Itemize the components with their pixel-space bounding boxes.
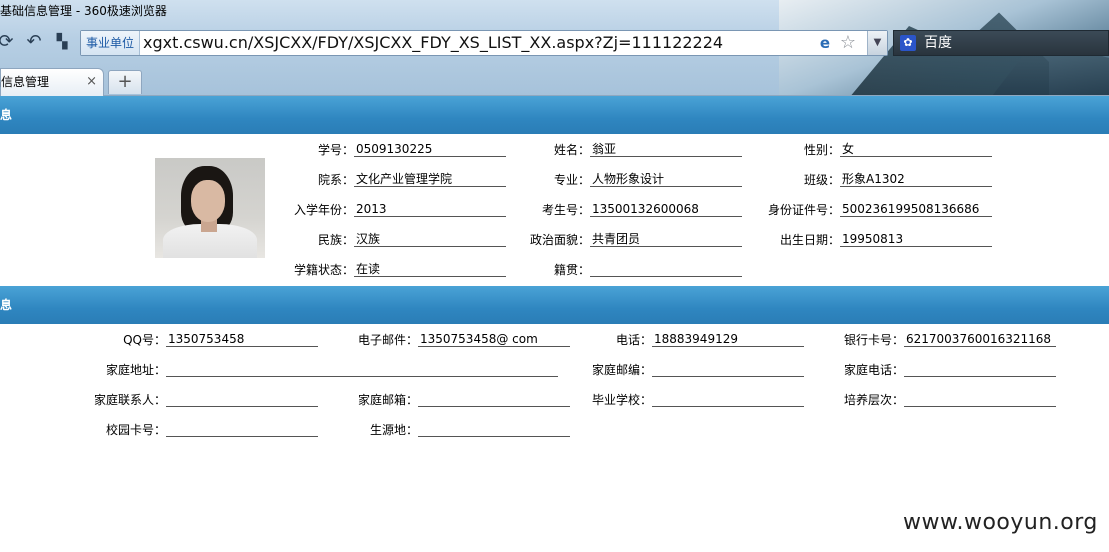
value-campus-card: [166, 422, 318, 437]
value-school: [652, 392, 804, 407]
value-home-contact: [166, 392, 318, 407]
label-home-zip: 家庭邮编：: [591, 363, 652, 377]
value-ethnicity: 汉族: [354, 232, 506, 247]
value-gender: 女: [840, 142, 992, 157]
refresh-icon[interactable]: ⟳: [0, 29, 18, 55]
value-name: 翁亚: [590, 142, 742, 157]
undo-icon[interactable]: ↶: [22, 29, 46, 55]
label-email: 电子邮件：: [357, 333, 418, 347]
value-native: [590, 262, 742, 277]
section-title: 联系信息: [0, 298, 13, 312]
label-school: 毕业学校：: [591, 393, 652, 407]
value-level: [904, 392, 1056, 407]
label-phone: 电话：: [615, 333, 652, 347]
value-exam-no: 13500132600068: [590, 202, 742, 217]
photo-face: [191, 180, 225, 222]
value-phone: 18883949129: [652, 332, 804, 347]
search-engine-label: 百度: [924, 35, 952, 51]
paw-icon: ✿: [900, 35, 916, 51]
label-home-email: 家庭邮箱：: [357, 393, 418, 407]
label-department: 院系：: [317, 173, 354, 187]
value-class: 形象A1302: [840, 172, 992, 187]
search-box[interactable]: ✿ 百度: [893, 30, 1109, 56]
toolbar: ⟳ ↶ ▚ 事业单位 xgxt.cswu.cn/XSJCXX/FDY/XSJCX…: [0, 27, 1109, 59]
apps-icon[interactable]: ▚: [50, 29, 74, 55]
label-gender: 性别：: [803, 143, 840, 157]
value-id-no: 500236199508136686: [840, 202, 992, 217]
value-home-phone: [904, 362, 1056, 377]
section-title: 基本信息: [0, 108, 13, 122]
watermark: www.wooyun.org: [903, 510, 1098, 535]
label-id-no: 身份证件号：: [767, 203, 840, 217]
url-text[interactable]: xgxt.cswu.cn/XSJCXX/FDY/XSJCXX_FDY_XS_LI…: [143, 31, 723, 55]
section-header-contact: 联系信息: [0, 286, 1109, 324]
tab-title: 基础信息管理: [0, 75, 50, 89]
value-qq: 1350753458: [166, 332, 318, 347]
label-class: 班级：: [803, 173, 840, 187]
browser-chrome: 基础信息管理 - 360极速浏览器 ⟳ ↶ ▚ 事业单位 xgxt.cswu.c…: [0, 0, 1109, 96]
label-bank: 银行卡号：: [843, 333, 904, 347]
value-home-address: [166, 362, 558, 377]
student-photo: [155, 158, 265, 258]
section-header-basic: 基本信息: [0, 96, 1109, 134]
label-level: 培养层次：: [843, 393, 904, 407]
label-exam-no: 考生号：: [541, 203, 590, 217]
value-major: 人物形象设计: [590, 172, 742, 187]
value-birth: 19950813: [840, 232, 992, 247]
label-name: 姓名：: [553, 143, 590, 157]
label-student-no: 学号：: [317, 143, 354, 157]
label-enroll-year: 入学年份：: [293, 203, 354, 217]
address-zone-label[interactable]: 事业单位: [81, 31, 141, 55]
close-icon[interactable]: ×: [86, 69, 97, 95]
value-student-no: 0509130225: [354, 142, 506, 157]
label-home-address: 家庭地址：: [105, 363, 166, 377]
star-icon[interactable]: ☆: [837, 32, 859, 54]
tab-bar: 基础信息管理 × +: [0, 64, 1109, 96]
new-tab-button[interactable]: +: [108, 70, 142, 94]
label-home-phone: 家庭电话：: [843, 363, 904, 377]
value-home-email: [418, 392, 570, 407]
label-major: 专业：: [553, 173, 590, 187]
label-status: 学籍状态：: [293, 263, 354, 277]
label-qq: QQ号：: [123, 333, 166, 347]
label-ethnicity: 民族：: [317, 233, 354, 247]
window-title: 基础信息管理 - 360极速浏览器: [0, 4, 167, 18]
value-bank: 6217003760016321168: [904, 332, 1056, 347]
value-home-zip: [652, 362, 804, 377]
label-home-contact: 家庭联系人：: [93, 393, 166, 407]
label-native: 籍贯：: [553, 263, 590, 277]
ie-icon[interactable]: e: [815, 33, 835, 53]
tab-info-management[interactable]: 基础信息管理 ×: [0, 68, 104, 96]
label-political: 政治面貌：: [529, 233, 590, 247]
label-birth: 出生日期：: [779, 233, 840, 247]
value-department: 文化产业管理学院: [354, 172, 506, 187]
value-email: 1350753458@ com: [418, 332, 570, 347]
value-status: 在读: [354, 262, 506, 277]
chevron-down-icon[interactable]: ▼: [867, 31, 887, 55]
value-enroll-year: 2013: [354, 202, 506, 217]
label-campus-card: 校园卡号：: [105, 423, 166, 437]
address-bar[interactable]: 事业单位 xgxt.cswu.cn/XSJCXX/FDY/XSJCXX_FDY_…: [80, 30, 888, 56]
value-origin: [418, 422, 570, 437]
label-origin: 生源地：: [369, 423, 418, 437]
value-political: 共青团员: [590, 232, 742, 247]
